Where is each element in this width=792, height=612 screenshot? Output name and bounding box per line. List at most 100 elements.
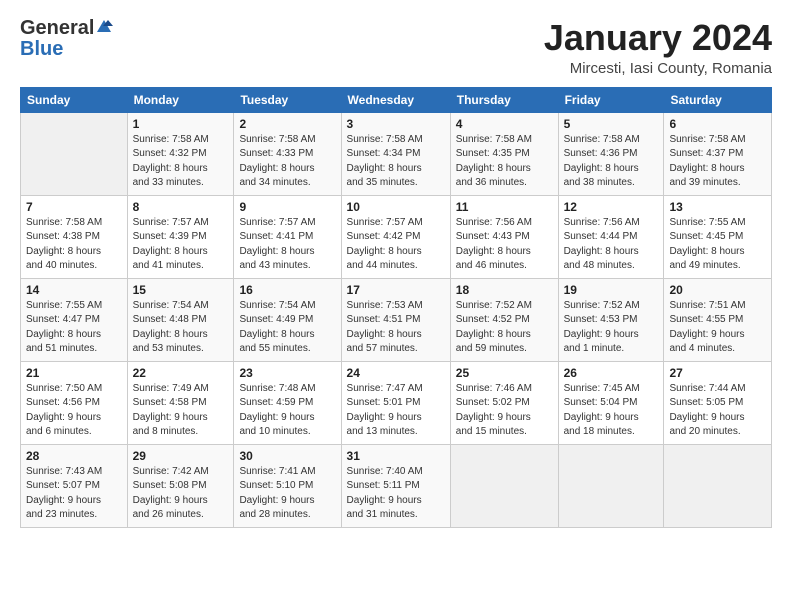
day-info: Sunrise: 7:50 AM Sunset: 4:56 PM Dayligh…: [26, 382, 122, 440]
calendar-cell: 20 Sunrise: 7:51 AM Sunset: 4:55 PM Dayli…: [664, 278, 772, 361]
day-info: Sunrise: 7:53 AM Sunset: 4:51 PM Dayligh…: [347, 299, 445, 357]
day-info: Sunrise: 7:55 AM Sunset: 4:47 PM Dayligh…: [26, 299, 122, 357]
day-number: 2: [239, 117, 335, 131]
day-info: Sunrise: 7:51 AM Sunset: 4:55 PM Dayligh…: [669, 299, 766, 357]
calendar-cell: 5 Sunrise: 7:58 AM Sunset: 4:36 PM Daylig…: [558, 112, 664, 195]
weekday-header-wednesday: Wednesday: [341, 87, 450, 112]
calendar-cell: 23Sunrise: 7:48 AM Sunset: 4:59 PM Dayli…: [234, 361, 341, 444]
calendar-cell: 26 Sunrise: 7:45 AM Sunset: 5:04 PM Dayli…: [558, 361, 664, 444]
day-info: Sunrise: 7:45 AM Sunset: 5:04 PM Dayligh…: [564, 382, 659, 440]
day-number: 28: [26, 449, 122, 463]
day-info: Sunrise: 7:57 AM Sunset: 4:42 PM Dayligh…: [347, 216, 445, 274]
day-number: 26: [564, 366, 659, 380]
calendar-cell: 18 Sunrise: 7:52 AM Sunset: 4:52 PM Dayli…: [450, 278, 558, 361]
calendar-cell: 29Sunrise: 7:42 AM Sunset: 5:08 PM Dayli…: [127, 444, 234, 527]
calendar-cell: 3 Sunrise: 7:58 AM Sunset: 4:34 PM Daylig…: [341, 112, 450, 195]
calendar-cell: 8Sunrise: 7:57 AM Sunset: 4:39 PM Daylig…: [127, 195, 234, 278]
calendar-cell: 27 Sunrise: 7:44 AM Sunset: 5:05 PM Dayli…: [664, 361, 772, 444]
calendar-cell: [21, 112, 128, 195]
day-info: Sunrise: 7:55 AM Sunset: 4:45 PM Dayligh…: [669, 216, 766, 274]
logo-blue-text: Blue: [20, 38, 63, 61]
title-block: January 2024 Mircesti, Iasi County, Roma…: [544, 18, 772, 77]
day-number: 1: [133, 117, 229, 131]
day-info: Sunrise: 7:41 AM Sunset: 5:10 PM Dayligh…: [239, 465, 335, 523]
day-number: 13: [669, 200, 766, 214]
day-info: Sunrise: 7:52 AM Sunset: 4:52 PM Dayligh…: [456, 299, 553, 357]
day-number: 10: [347, 200, 445, 214]
day-number: 31: [347, 449, 445, 463]
day-number: 7: [26, 200, 122, 214]
day-number: 3: [347, 117, 445, 131]
day-number: 29: [133, 449, 229, 463]
calendar-page: General Blue January 2024 Mircesti, Iasi…: [0, 0, 792, 612]
calendar-cell: 30Sunrise: 7:41 AM Sunset: 5:10 PM Dayli…: [234, 444, 341, 527]
day-number: 11: [456, 200, 553, 214]
day-number: 4: [456, 117, 553, 131]
logo: General Blue: [20, 18, 113, 61]
day-number: 5: [564, 117, 659, 131]
header: General Blue January 2024 Mircesti, Iasi…: [20, 18, 772, 77]
day-info: Sunrise: 7:58 AM Sunset: 4:33 PM Dayligh…: [239, 133, 335, 191]
calendar-cell: 28 Sunrise: 7:43 AM Sunset: 5:07 PM Dayli…: [21, 444, 128, 527]
calendar-subtitle: Mircesti, Iasi County, Romania: [544, 60, 772, 77]
day-number: 23: [239, 366, 335, 380]
day-info: Sunrise: 7:58 AM Sunset: 4:34 PM Dayligh…: [347, 133, 445, 191]
day-number: 22: [133, 366, 229, 380]
calendar-cell: 12 Sunrise: 7:56 AM Sunset: 4:44 PM Dayli…: [558, 195, 664, 278]
day-info: Sunrise: 7:58 AM Sunset: 4:37 PM Dayligh…: [669, 133, 766, 191]
calendar-cell: 2 Sunrise: 7:58 AM Sunset: 4:33 PM Daylig…: [234, 112, 341, 195]
day-number: 16: [239, 283, 335, 297]
day-number: 27: [669, 366, 766, 380]
calendar-cell: [664, 444, 772, 527]
weekday-header-row: SundayMondayTuesdayWednesdayThursdayFrid…: [21, 87, 772, 112]
calendar-cell: 14 Sunrise: 7:55 AM Sunset: 4:47 PM Dayli…: [21, 278, 128, 361]
day-number: 20: [669, 283, 766, 297]
calendar-cell: 16Sunrise: 7:54 AM Sunset: 4:49 PM Dayli…: [234, 278, 341, 361]
day-number: 24: [347, 366, 445, 380]
calendar-week-1: 1Sunrise: 7:58 AM Sunset: 4:32 PM Daylig…: [21, 112, 772, 195]
day-number: 21: [26, 366, 122, 380]
day-info: Sunrise: 7:58 AM Sunset: 4:35 PM Dayligh…: [456, 133, 553, 191]
calendar-cell: 9Sunrise: 7:57 AM Sunset: 4:41 PM Daylig…: [234, 195, 341, 278]
day-number: 25: [456, 366, 553, 380]
day-number: 6: [669, 117, 766, 131]
calendar-cell: 15Sunrise: 7:54 AM Sunset: 4:48 PM Dayli…: [127, 278, 234, 361]
calendar-cell: 4 Sunrise: 7:58 AM Sunset: 4:35 PM Daylig…: [450, 112, 558, 195]
day-info: Sunrise: 7:46 AM Sunset: 5:02 PM Dayligh…: [456, 382, 553, 440]
day-number: 19: [564, 283, 659, 297]
logo-general-text: General: [20, 18, 94, 38]
calendar-cell: 7 Sunrise: 7:58 AM Sunset: 4:38 PM Daylig…: [21, 195, 128, 278]
calendar-cell: 22 Sunrise: 7:49 AM Sunset: 4:58 PM Dayli…: [127, 361, 234, 444]
calendar-cell: 1Sunrise: 7:58 AM Sunset: 4:32 PM Daylig…: [127, 112, 234, 195]
calendar-cell: 6 Sunrise: 7:58 AM Sunset: 4:37 PM Daylig…: [664, 112, 772, 195]
day-info: Sunrise: 7:54 AM Sunset: 4:48 PM Dayligh…: [133, 299, 229, 357]
calendar-cell: 13 Sunrise: 7:55 AM Sunset: 4:45 PM Dayli…: [664, 195, 772, 278]
day-number: 12: [564, 200, 659, 214]
weekday-header-saturday: Saturday: [664, 87, 772, 112]
day-info: Sunrise: 7:44 AM Sunset: 5:05 PM Dayligh…: [669, 382, 766, 440]
calendar-cell: [558, 444, 664, 527]
day-info: Sunrise: 7:43 AM Sunset: 5:07 PM Dayligh…: [26, 465, 122, 523]
calendar-cell: 19 Sunrise: 7:52 AM Sunset: 4:53 PM Dayli…: [558, 278, 664, 361]
day-info: Sunrise: 7:58 AM Sunset: 4:36 PM Dayligh…: [564, 133, 659, 191]
day-info: Sunrise: 7:58 AM Sunset: 4:38 PM Dayligh…: [26, 216, 122, 274]
calendar-cell: 21 Sunrise: 7:50 AM Sunset: 4:56 PM Dayli…: [21, 361, 128, 444]
calendar-cell: 10 Sunrise: 7:57 AM Sunset: 4:42 PM Dayli…: [341, 195, 450, 278]
day-info: Sunrise: 7:52 AM Sunset: 4:53 PM Dayligh…: [564, 299, 659, 357]
calendar-week-3: 14 Sunrise: 7:55 AM Sunset: 4:47 PM Dayli…: [21, 278, 772, 361]
day-info: Sunrise: 7:40 AM Sunset: 5:11 PM Dayligh…: [347, 465, 445, 523]
calendar-cell: 31 Sunrise: 7:40 AM Sunset: 5:11 PM Dayli…: [341, 444, 450, 527]
day-info: Sunrise: 7:56 AM Sunset: 4:44 PM Dayligh…: [564, 216, 659, 274]
calendar-table: SundayMondayTuesdayWednesdayThursdayFrid…: [20, 87, 772, 528]
calendar-cell: 25 Sunrise: 7:46 AM Sunset: 5:02 PM Dayli…: [450, 361, 558, 444]
day-info: Sunrise: 7:57 AM Sunset: 4:39 PM Dayligh…: [133, 216, 229, 274]
day-number: 18: [456, 283, 553, 297]
calendar-week-2: 7 Sunrise: 7:58 AM Sunset: 4:38 PM Daylig…: [21, 195, 772, 278]
weekday-header-friday: Friday: [558, 87, 664, 112]
day-number: 14: [26, 283, 122, 297]
day-info: Sunrise: 7:49 AM Sunset: 4:58 PM Dayligh…: [133, 382, 229, 440]
calendar-cell: 24Sunrise: 7:47 AM Sunset: 5:01 PM Dayli…: [341, 361, 450, 444]
calendar-cell: 11Sunrise: 7:56 AM Sunset: 4:43 PM Dayli…: [450, 195, 558, 278]
weekday-header-sunday: Sunday: [21, 87, 128, 112]
day-info: Sunrise: 7:57 AM Sunset: 4:41 PM Dayligh…: [239, 216, 335, 274]
